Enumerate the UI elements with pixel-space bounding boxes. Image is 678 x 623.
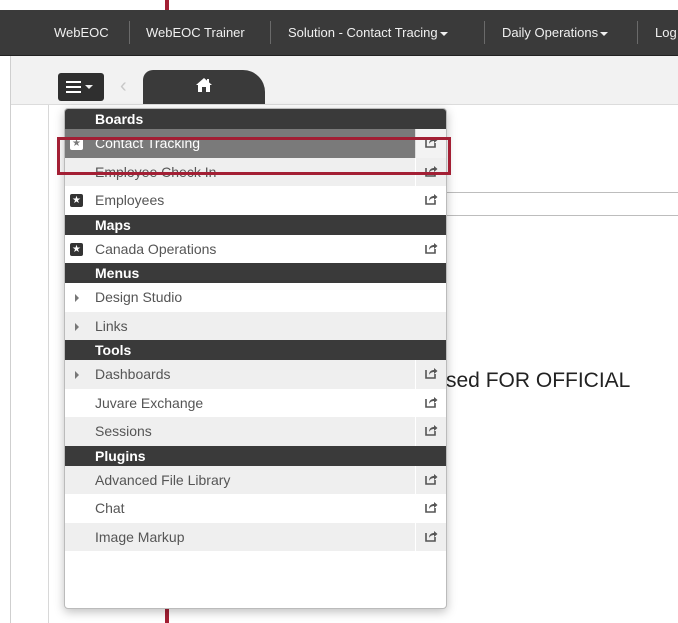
menu-item-label: Chat	[95, 500, 125, 516]
menu-section-header-maps: Maps	[65, 214, 446, 235]
chevron-down-icon	[85, 85, 93, 89]
favorite-star-icon[interactable]: ★	[70, 137, 83, 150]
open-in-new-window-button[interactable]	[415, 465, 446, 494]
favorite-star-icon[interactable]: ★	[70, 242, 83, 256]
nav-separator	[129, 21, 130, 44]
menu-item-sessions[interactable]: Sessions	[65, 417, 446, 446]
open-in-new-window-button[interactable]	[415, 494, 446, 523]
favorite-star-icon[interactable]: ★	[70, 194, 83, 207]
menu-item-label: Canada Operations	[95, 240, 217, 257]
menu-item-label: Sessions	[95, 423, 152, 439]
nav-separator	[484, 21, 485, 44]
nav-logout-label: Log	[655, 25, 677, 40]
menu-section-header-plugins: Plugins	[65, 445, 446, 466]
external-link-icon	[425, 425, 438, 436]
menu-section-header-menus: Menus	[65, 263, 446, 283]
nav-webeoc-trainer[interactable]: WebEOC Trainer	[146, 10, 245, 55]
hamburger-icon	[66, 81, 81, 93]
menu-item-label: Links	[95, 317, 128, 334]
open-in-new-window-button[interactable]	[415, 388, 446, 417]
external-link-icon	[425, 194, 438, 205]
menu-item-dashboards[interactable]: Dashboards	[65, 360, 446, 389]
nav-webeoc[interactable]: WebEOC	[54, 10, 109, 55]
external-link-icon	[425, 242, 438, 254]
nav-solution-label: Solution - Contact Tracing	[288, 25, 438, 40]
menu-section-header-tools: Tools	[65, 340, 446, 360]
menu-item-label: Contact Tracking	[95, 135, 201, 151]
menu-item-label: Image Markup	[95, 528, 185, 545]
content-divider	[440, 215, 678, 216]
menu-section-header-boards: Boards	[65, 109, 446, 129]
open-in-new-window-button[interactable]	[415, 186, 446, 215]
open-in-new-window-button[interactable]	[415, 157, 446, 186]
chevron-down-icon	[600, 31, 609, 36]
menu-item-chat[interactable]: Chat	[65, 494, 446, 523]
home-tab[interactable]	[143, 70, 265, 104]
official-use-notice: sed FOR OFFICIAL	[446, 369, 631, 392]
open-in-new-window-button[interactable]	[415, 234, 446, 263]
nav-webeoc-label: WebEOC	[54, 25, 109, 40]
top-navigation-bar: WebEOC WebEOC Trainer Solution - Contact…	[0, 10, 678, 56]
chevron-down-icon	[439, 31, 448, 36]
open-in-new-window-button[interactable]	[415, 417, 446, 446]
nav-webeoc-trainer-label: WebEOC Trainer	[146, 25, 245, 40]
external-link-icon	[425, 396, 438, 408]
content-left-border	[48, 105, 49, 623]
nav-solution-contact-tracing[interactable]: Solution - Contact Tracing	[288, 10, 448, 55]
external-link-icon	[425, 368, 438, 379]
nav-separator	[637, 21, 638, 44]
menu-item-canada-operations[interactable]: ★ Canada Operations	[65, 234, 446, 263]
menu-item-image-markup[interactable]: Image Markup	[65, 522, 446, 551]
nav-logout[interactable]: Log	[655, 10, 677, 55]
menu-item-employees[interactable]: ★ Employees	[65, 186, 446, 215]
external-link-icon	[425, 473, 438, 485]
menu-item-label: Juvare Exchange	[95, 394, 204, 411]
red-guide-line-bottom	[165, 607, 169, 623]
external-link-icon	[425, 530, 438, 542]
open-in-new-window-button[interactable]	[415, 129, 446, 158]
back-arrow-icon[interactable]: ‹	[120, 76, 134, 96]
external-link-icon	[425, 165, 438, 177]
page-left-border	[10, 56, 11, 623]
menu-item-design-studio[interactable]: Design Studio	[65, 283, 446, 312]
menu-item-label: Employee Check In	[95, 163, 217, 180]
nav-separator	[270, 21, 271, 44]
nav-daily-operations-label: Daily Operations	[502, 25, 599, 40]
menu-item-juvare-exchange[interactable]: Juvare Exchange	[65, 388, 446, 417]
nav-daily-operations[interactable]: Daily Operations	[502, 10, 609, 55]
caret-right-icon	[75, 322, 79, 331]
external-link-icon	[425, 502, 438, 513]
home-icon	[196, 78, 212, 92]
open-in-new-window-button[interactable]	[415, 360, 446, 389]
menu-item-links[interactable]: Links	[65, 311, 446, 340]
red-guide-line-top	[165, 0, 169, 10]
menu-item-label: Employees	[95, 192, 165, 208]
menu-item-employee-check-in[interactable]: Employee Check In	[65, 157, 446, 186]
menu-item-advanced-file-library[interactable]: Advanced File Library	[65, 465, 446, 494]
menu-item-contact-tracking[interactable]: ★ Contact Tracking	[65, 129, 446, 158]
menu-item-label: Design Studio	[95, 289, 183, 305]
main-menu-button[interactable]	[58, 73, 104, 101]
open-in-new-window-button[interactable]	[415, 522, 446, 551]
main-menu-dropdown: Boards ★ Contact Tracking Employee Check…	[64, 108, 447, 609]
external-link-icon	[425, 137, 438, 148]
control-panel-bar	[10, 56, 678, 105]
menu-item-label: Advanced File Library	[95, 471, 231, 488]
caret-right-icon	[75, 371, 79, 379]
content-divider	[440, 192, 678, 193]
menu-item-label: Dashboards	[95, 366, 171, 382]
caret-right-icon	[75, 294, 79, 302]
